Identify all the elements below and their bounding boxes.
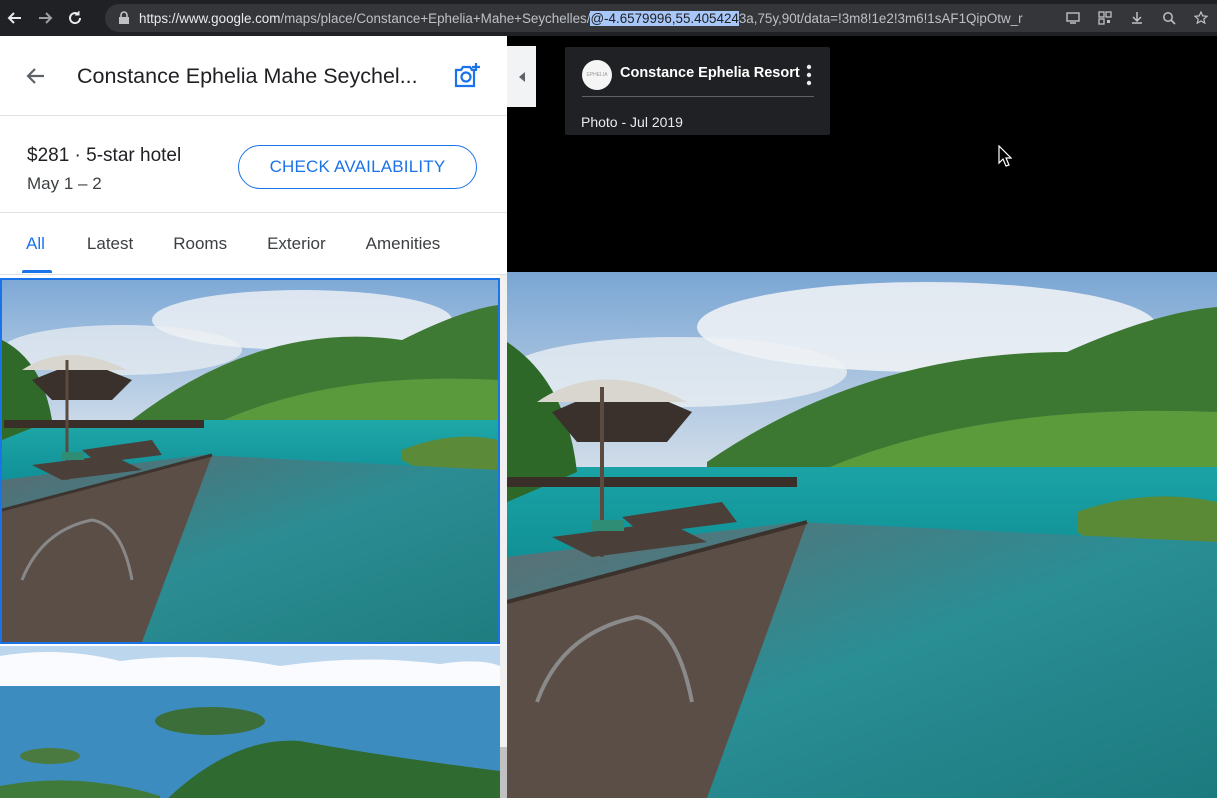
zoom-icon[interactable]	[1153, 4, 1185, 32]
stay-dates[interactable]: May 1 – 2	[27, 174, 102, 194]
photo-date: Photo - Jul 2019	[581, 114, 683, 130]
collapse-panel-button[interactable]	[507, 46, 536, 107]
divider	[582, 96, 814, 97]
photo-owner-name[interactable]: Constance Ephelia Resort	[620, 65, 800, 81]
reload-icon[interactable]	[60, 0, 90, 36]
caret-left-icon	[518, 71, 525, 82]
arrow-left-icon[interactable]	[24, 64, 48, 88]
back-icon[interactable]	[0, 0, 30, 36]
photo-gallery	[0, 275, 507, 798]
photo-tabs: All Latest Rooms Exterior Amenities	[0, 213, 507, 275]
cast-icon[interactable]	[1057, 4, 1089, 32]
url-text[interactable]: https://www.google.com/maps/place/Consta…	[139, 10, 1059, 26]
price-rating: $281 · 5-star hotel	[27, 145, 182, 166]
address-bar[interactable]: https://www.google.com/maps/place/Consta…	[105, 4, 1217, 32]
avatar[interactable]: EPHELIA	[582, 60, 612, 90]
mouse-cursor-icon	[998, 145, 1012, 167]
check-availability-button[interactable]: CHECK AVAILABILITY	[238, 145, 477, 189]
browser-toolbar: https://www.google.com/maps/place/Consta…	[0, 0, 1217, 36]
tab-exterior[interactable]: Exterior	[247, 213, 346, 275]
tab-all[interactable]: All	[0, 213, 67, 275]
camera-plus-icon[interactable]	[452, 62, 482, 90]
photo-panel: Constance Ephelia Mahe Seychel... $281 ·…	[0, 36, 507, 798]
install-icon[interactable]	[1121, 4, 1153, 32]
active-tab-indicator	[22, 270, 52, 273]
main-photo[interactable]	[507, 272, 1217, 798]
forward-icon[interactable]	[30, 0, 60, 36]
star-icon[interactable]	[1185, 4, 1217, 32]
page-title: Constance Ephelia Mahe Seychel...	[77, 64, 418, 88]
booking-row: $281 · 5-star hotel May 1 – 2 CHECK AVAI…	[0, 116, 507, 213]
more-vert-icon[interactable]	[804, 63, 814, 87]
photo-thumbnail[interactable]	[0, 645, 500, 798]
tab-amenities[interactable]: Amenities	[346, 213, 461, 275]
tab-rooms[interactable]: Rooms	[153, 213, 247, 275]
gallery-scroll-thumb[interactable]	[500, 747, 507, 798]
qr-icon[interactable]	[1089, 4, 1121, 32]
tab-latest[interactable]: Latest	[67, 213, 153, 275]
photo-thumbnail-selected[interactable]	[0, 278, 500, 644]
lock-icon	[119, 11, 129, 24]
url-selection: @-4.6579996,55.405424	[590, 10, 739, 26]
photo-info-card: EPHELIA Constance Ephelia Resort Photo -…	[565, 47, 830, 135]
panel-header: Constance Ephelia Mahe Seychel...	[0, 36, 507, 116]
photo-viewer: EPHELIA Constance Ephelia Resort Photo -…	[507, 36, 1217, 798]
gallery-scrollbar[interactable]	[500, 275, 507, 798]
